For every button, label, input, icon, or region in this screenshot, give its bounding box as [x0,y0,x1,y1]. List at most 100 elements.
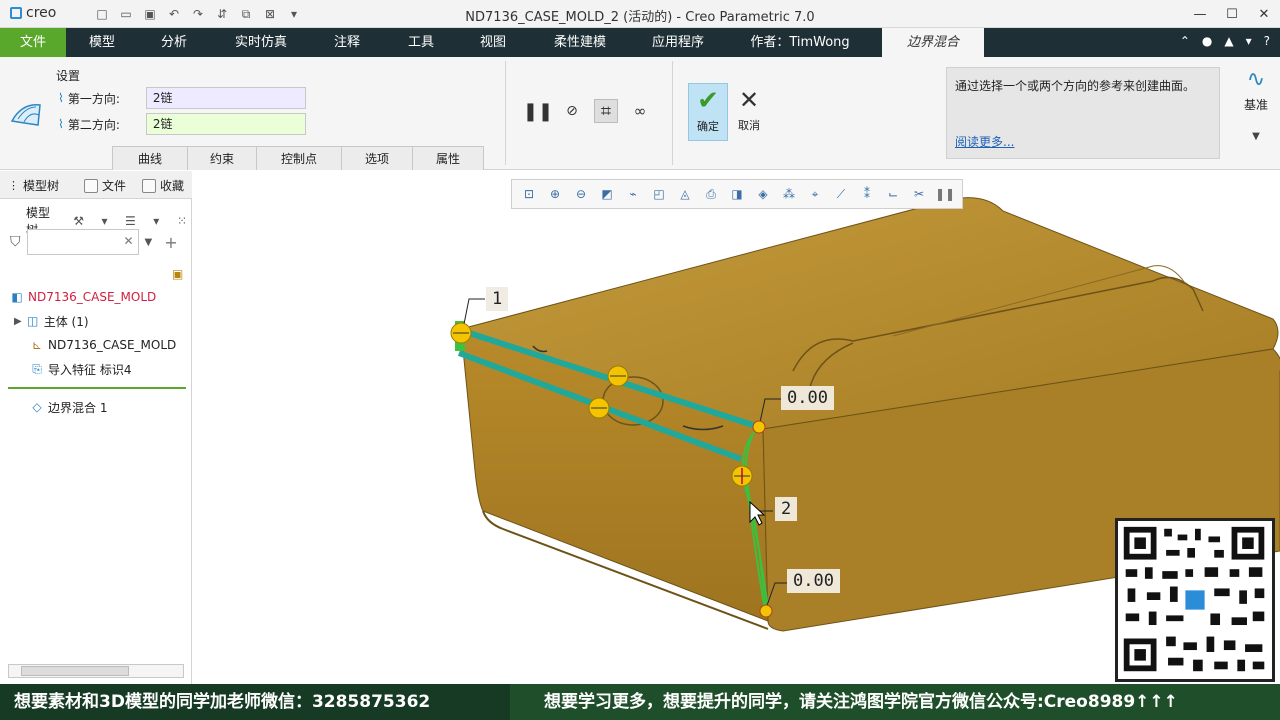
cancel-button[interactable]: ✕ 取消 [731,83,767,141]
curve-label[interactable]: 1 [486,287,509,311]
tab-author[interactable]: 作者：TimWong [738,28,862,57]
graphics-window[interactable]: 1 0.00 2 0.00 ⊡ ⊕ ⊖ ◩ ⌁ ◰ ◬ ⎙ ◨ ◈ ⁂ ⌖ ⟋ … [193,171,1280,684]
help-text: 通过选择一个或两个方向的参考来创建曲面。 [955,79,1196,93]
community-icon[interactable]: ● [1202,34,1212,48]
view-manager-icon[interactable]: ⌁ [622,183,644,205]
drag-handle[interactable] [731,465,753,487]
tree-settings-icon[interactable]: ⚒ [70,212,88,230]
customize-qat-icon[interactable]: ▾ [284,4,304,24]
subtab-constraints[interactable]: 约束 [187,146,257,170]
regenerate-icon[interactable]: ⇵ [212,4,232,24]
tree-filters-icon[interactable]: ⁙ [173,212,191,230]
ok-button[interactable]: ✔ 确定 [688,83,728,141]
zoom-out-icon[interactable]: ⊖ [570,183,592,205]
tree-settings-dropdown-icon[interactable]: ▾ [96,212,114,230]
tab-model[interactable]: 模型 [72,28,132,57]
search-input[interactable]: ✕ [26,229,139,255]
add-icon[interactable]: + [164,233,177,252]
tab-file[interactable]: 文件 [0,28,66,57]
new-file-icon[interactable]: □ [92,4,112,24]
ok-label: 确定 [697,120,719,133]
first-direction-collector[interactable]: 2链 [145,87,306,109]
tab-flexible-modeling[interactable]: 柔性建模 [540,28,620,57]
filter-icon[interactable]: ⛉ [10,234,21,250]
zoom-in-icon[interactable]: ⊕ [544,183,566,205]
clear-search-icon[interactable]: ✕ [123,234,133,248]
view-normal-icon[interactable]: ◨ [726,183,748,205]
refit-icon[interactable]: ⊡ [518,183,540,205]
tangency-dimension[interactable]: 0.00 [787,569,840,593]
insert-here-indicator[interactable] [8,387,186,389]
read-more-link[interactable]: 阅读更多... [955,134,1014,151]
subtab-options[interactable]: 选项 [341,146,413,170]
display-style-icon[interactable]: ◰ [648,183,670,205]
saved-orientations-icon[interactable]: ◬ [674,183,696,205]
second-direction-icon: ⌇ [58,117,64,131]
tab-analysis[interactable]: 分析 [144,28,204,57]
curve-number-label[interactable]: 2 [775,497,798,521]
plane-display-icon[interactable]: ⌖ [804,183,826,205]
datum-dropdown-icon[interactable]: ▼ [1234,131,1278,142]
tab-annotate[interactable]: 注释 [318,28,376,57]
tree-item-label: 导入特征 标识4 [48,362,132,377]
open-file-icon[interactable]: ▭ [116,4,136,24]
axis-display-icon[interactable]: ⟋ [830,183,852,205]
help-icon[interactable]: ? [1264,34,1270,48]
redo-icon[interactable]: ↷ [188,4,208,24]
drag-handle[interactable] [759,604,773,618]
maximize-icon[interactable]: ☐ [1216,0,1248,28]
pause-animation-icon[interactable]: ❚❚ [934,183,956,205]
drag-handle[interactable] [752,420,766,434]
tab-applications[interactable]: 应用程序 [640,28,716,57]
second-direction-collector[interactable]: 2链 [145,113,306,135]
collapse-ribbon-icon[interactable]: ⌃ [1180,34,1190,48]
minimize-icon[interactable]: — [1184,0,1216,28]
subtab-curves[interactable]: 曲线 [112,146,188,170]
dropdown-icon[interactable]: ▾ [1246,34,1252,48]
search-dropdown-icon[interactable]: ▼ [145,237,153,248]
windows-icon[interactable]: ⧉ [236,4,256,24]
show-icon[interactable]: ☰ [121,212,139,230]
drag-handle[interactable] [588,397,610,419]
no-preview-icon[interactable]: ⊘ [560,99,584,123]
section-icon[interactable]: ◈ [752,183,774,205]
learning-icon[interactable]: ▲ [1224,34,1233,48]
drag-handle[interactable] [450,322,472,344]
tab-boundary-blend[interactable]: 边界混合 [882,28,984,57]
annotation-display-icon[interactable]: ✂ [908,183,930,205]
horizontal-scrollbar[interactable] [8,664,184,678]
tree-item-import-feature[interactable]: ⎘ 导入特征 标识4 [30,359,131,379]
tangency-dimension[interactable]: 0.00 [781,386,834,410]
tree-item-csys[interactable]: ⊾ ND7136_CASE_MOLD [30,335,176,355]
datum-display-icon[interactable]: ⁂ [778,183,800,205]
tree-item-body[interactable]: ▶ ◫ 主体 (1) [14,311,89,331]
tab-tools[interactable]: 工具 [392,28,450,57]
tab-favorites[interactable]: 收藏 [142,175,188,197]
tab-model-tree[interactable]: ⋮ 模型树 [8,175,78,197]
drag-handle[interactable] [607,365,629,387]
repaint-icon[interactable]: ◩ [596,183,618,205]
verify-glasses-icon[interactable]: ∞ [628,99,652,123]
perspective-icon[interactable]: ⎙ [700,183,722,205]
point-display-icon[interactable]: ⁑ [856,183,878,205]
mesh-preview-icon[interactable]: ⌗ [594,99,618,123]
subtab-properties[interactable]: 属性 [412,146,484,170]
navigator-tabs: ⋮ 模型树 文件 收藏 [0,171,192,199]
csys-display-icon[interactable]: ⌙ [882,183,904,205]
save-icon[interactable]: ▣ [140,4,160,24]
expand-arrow-icon[interactable]: ▶ [14,316,22,327]
datum-group[interactable]: ∿ 基准 ▼ [1234,67,1278,142]
tab-live-simulation[interactable]: 实时仿真 [222,28,300,57]
tree-column-icon[interactable]: ▣ [172,267,183,281]
pause-icon[interactable]: ❚❚ [523,99,553,123]
close-icon[interactable]: ✕ [1248,0,1280,28]
tab-view[interactable]: 视图 [464,28,522,57]
subtab-control-points[interactable]: 控制点 [256,146,342,170]
tree-item-part[interactable]: ◧ ND7136_CASE_MOLD [10,287,156,307]
show-dropdown-icon[interactable]: ▾ [147,212,165,230]
close-window-icon[interactable]: ⊠ [260,4,280,24]
scrollbar-thumb[interactable] [21,666,129,676]
tab-folder-browser[interactable]: 文件 [84,175,132,197]
undo-icon[interactable]: ↶ [164,4,184,24]
tree-item-boundary-blend[interactable]: ◇ 边界混合 1 [30,397,107,417]
